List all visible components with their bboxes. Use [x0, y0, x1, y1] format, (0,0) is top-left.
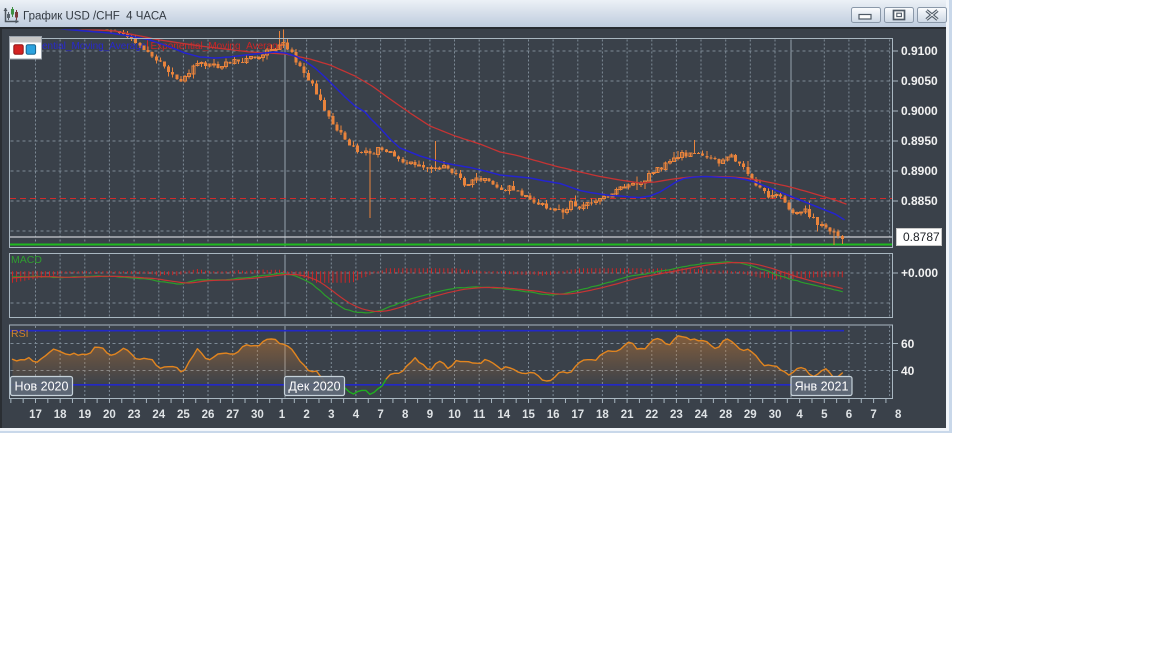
svg-text:MACD: MACD [11, 254, 42, 266]
svg-text:14: 14 [497, 409, 510, 421]
svg-text:7: 7 [377, 409, 383, 421]
svg-text:25: 25 [177, 409, 190, 421]
svg-text:29: 29 [744, 409, 757, 421]
svg-text:8: 8 [895, 409, 902, 421]
svg-text:0.8787: 0.8787 [903, 230, 940, 244]
svg-text:0.9050: 0.9050 [901, 74, 938, 88]
svg-text:5: 5 [821, 409, 828, 421]
svg-text:9: 9 [427, 409, 433, 421]
svg-text:20: 20 [103, 409, 116, 421]
svg-text:График USD /CHF 4 ЧАСА: График USD /CHF 4 ЧАСА [23, 11, 167, 23]
svg-text:18: 18 [596, 409, 609, 421]
svg-text:0.8850: 0.8850 [901, 194, 938, 208]
svg-text:Янв 2021: Янв 2021 [795, 380, 849, 394]
svg-text:15: 15 [522, 409, 535, 421]
svg-text:0.8950: 0.8950 [901, 134, 938, 148]
svg-text:19: 19 [78, 409, 91, 421]
svg-text:17: 17 [571, 409, 584, 421]
svg-text:28: 28 [719, 409, 732, 421]
svg-text:0.9000: 0.9000 [901, 104, 938, 118]
svg-text:4: 4 [353, 409, 360, 421]
svg-text:6: 6 [846, 409, 852, 421]
svg-text:21: 21 [621, 409, 634, 421]
svg-text:30: 30 [251, 409, 264, 421]
svg-text:16: 16 [547, 409, 560, 421]
svg-text:40: 40 [901, 364, 915, 378]
svg-text:24: 24 [152, 409, 165, 421]
svg-text:1: 1 [279, 409, 286, 421]
svg-text:2: 2 [303, 409, 309, 421]
svg-text:+0.000: +0.000 [901, 266, 938, 280]
svg-text:22: 22 [645, 409, 658, 421]
svg-text:8: 8 [402, 409, 409, 421]
svg-text:17: 17 [29, 409, 42, 421]
svg-text:27: 27 [226, 409, 239, 421]
svg-text:30: 30 [769, 409, 782, 421]
svg-text:4: 4 [796, 409, 803, 421]
svg-text:23: 23 [128, 409, 141, 421]
svg-text:0.8900: 0.8900 [901, 164, 938, 178]
svg-text:7: 7 [870, 409, 876, 421]
svg-text:Нов 2020: Нов 2020 [15, 380, 69, 394]
svg-text:0.9100: 0.9100 [901, 44, 938, 58]
svg-text:Дек 2020: Дек 2020 [288, 380, 340, 394]
svg-text:26: 26 [202, 409, 215, 421]
svg-text:60: 60 [901, 337, 915, 351]
svg-text:11: 11 [473, 409, 486, 421]
svg-text:10: 10 [448, 409, 461, 421]
svg-text:18: 18 [54, 409, 67, 421]
svg-text:RSI: RSI [11, 328, 29, 340]
svg-text:3: 3 [328, 409, 334, 421]
svg-text:24: 24 [695, 409, 708, 421]
svg-text:ential_Moving_Average: ential_Moving_Average [42, 41, 147, 52]
svg-text:23: 23 [670, 409, 683, 421]
